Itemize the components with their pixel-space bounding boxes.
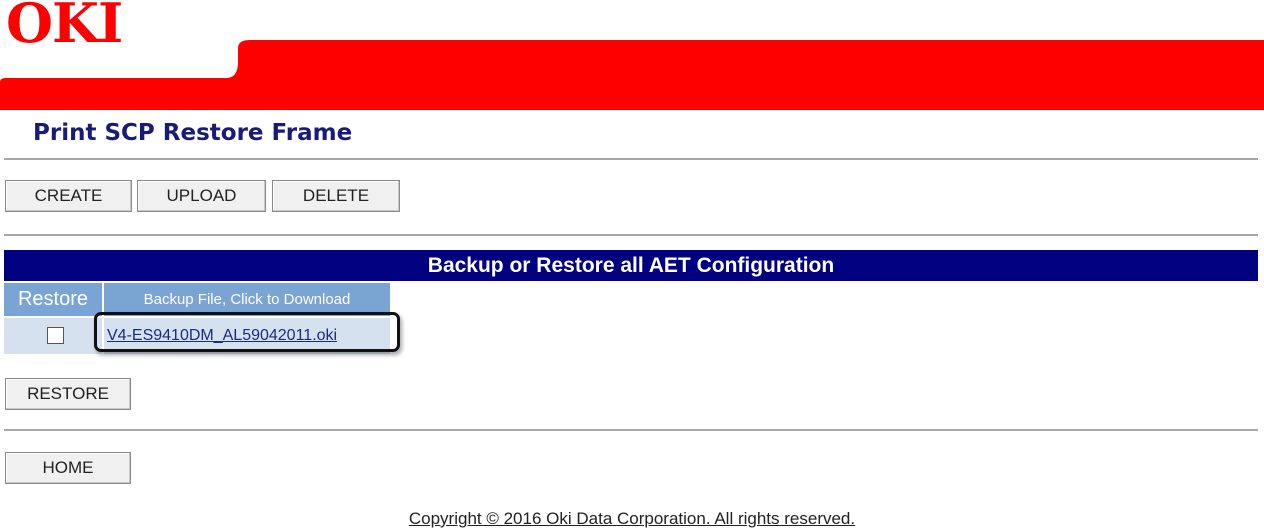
home-button[interactable]: HOME	[5, 452, 131, 484]
delete-button[interactable]: DELETE	[272, 180, 400, 212]
copyright-text: Copyright © 2016 Oki Data Corporation. A…	[408, 509, 856, 528]
divider	[4, 158, 1258, 160]
restore-button[interactable]: RESTORE	[5, 378, 131, 410]
header-red-band	[0, 40, 1264, 110]
divider	[4, 429, 1258, 431]
column-header-restore: Restore	[4, 283, 102, 316]
highlight-box	[94, 312, 400, 352]
page-title: Print SCP Restore Frame	[33, 120, 353, 146]
header-banner: OKI	[0, 0, 1264, 110]
create-button[interactable]: CREATE	[5, 180, 132, 212]
divider	[4, 234, 1258, 236]
section-header: Backup or Restore all AET Configuration	[4, 250, 1258, 281]
restore-checkbox[interactable]	[47, 327, 64, 344]
oki-logo: OKI	[6, 0, 123, 55]
upload-button[interactable]: UPLOAD	[137, 180, 266, 212]
